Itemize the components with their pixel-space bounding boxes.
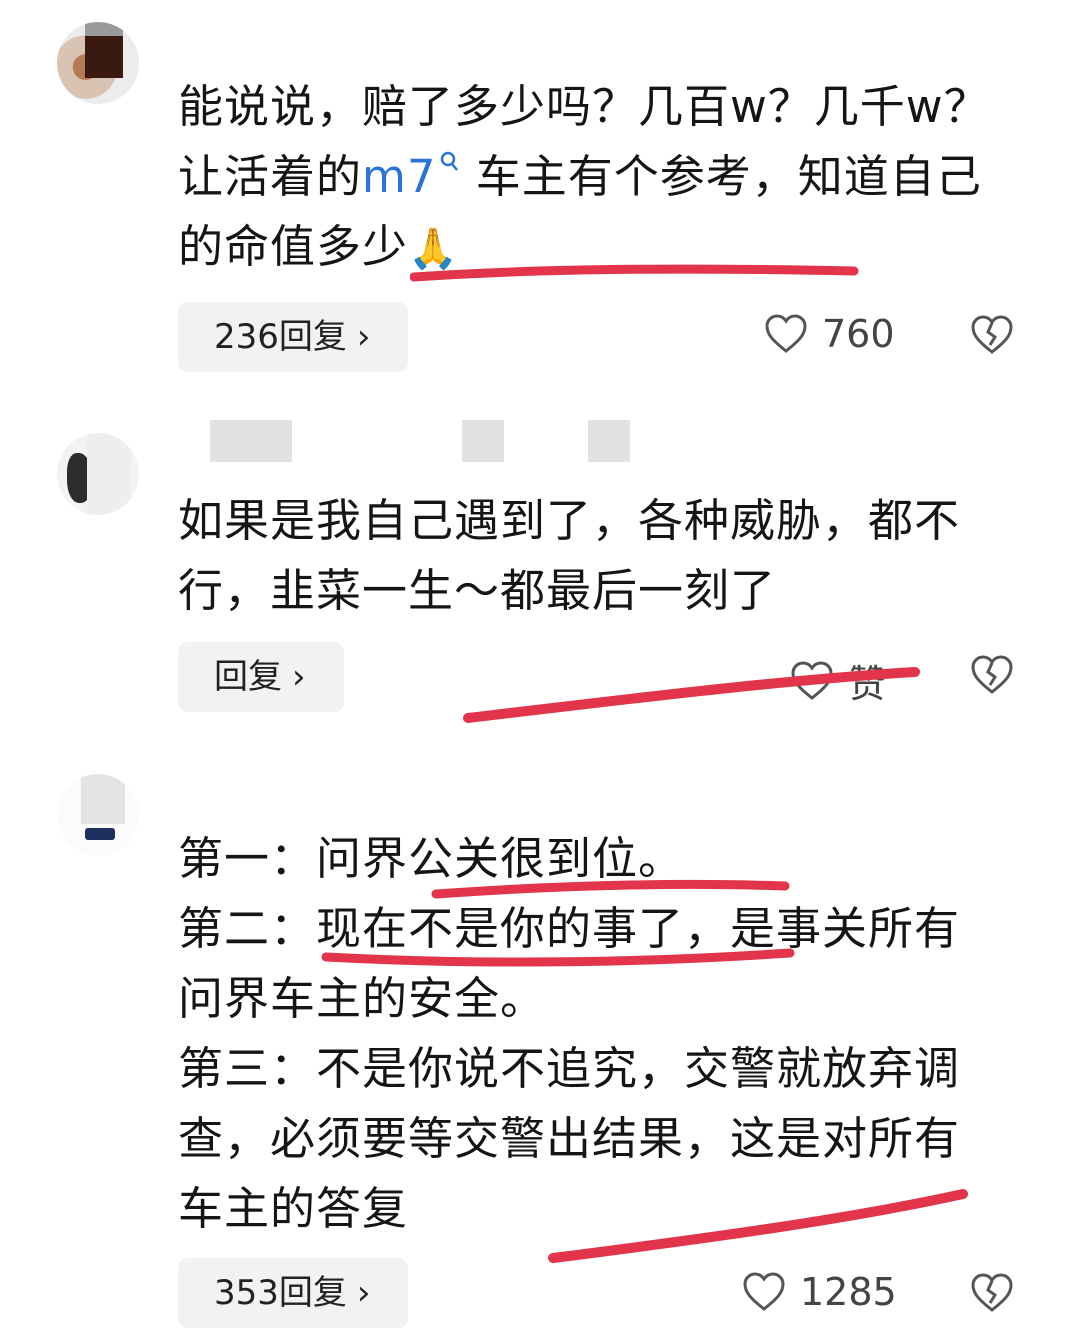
comment-line: 第一：问界公关很到位。	[178, 832, 685, 885]
comment-text: 如果是我自己遇到了，各种威胁，都不行，韭菜一生～都最后一刻了	[178, 494, 961, 617]
comment-3: 第一：问界公关很到位。 第二：现在不是你的事了，是事关所有 问界车主的安全。 第…	[0, 760, 1073, 1328]
comment-line: 车主的答复	[178, 1182, 409, 1235]
reply-button[interactable]: 回复 ›	[178, 642, 344, 712]
username-redacted	[210, 420, 292, 462]
comment-1: 能说说，赔了多少吗？几百w？几千w？让活着的m7 车主有个参考，知道自己的命值多…	[0, 0, 1073, 390]
comment-text: 第一：问界公关很到位。 第二：现在不是你的事了，是事关所有 问界车主的安全。 第…	[178, 824, 1018, 1244]
comment-line: 查，必须要等交警出结果，这是对所有	[178, 1112, 961, 1165]
reply-label: 回复	[214, 657, 282, 697]
broken-heart-icon[interactable]	[970, 315, 1014, 355]
reply-button[interactable]: 236回复 ›	[178, 302, 408, 372]
avatar[interactable]	[57, 433, 139, 515]
like-button[interactable]: 760	[764, 312, 895, 356]
heart-outline-icon	[791, 660, 833, 700]
comment-line: 第二：现在不是你的事了，是事关所有	[178, 902, 961, 955]
heart-outline-icon	[743, 1272, 785, 1311]
reply-label: 353回复	[214, 1273, 347, 1313]
pray-emoji: 🙏	[408, 226, 459, 272]
chevron-right-icon: ›	[356, 1273, 371, 1313]
comment-line: 问界车主的安全。	[178, 972, 547, 1025]
username-redacted	[588, 420, 630, 462]
vehicle-link[interactable]: m7	[362, 150, 460, 203]
like-count: 760	[822, 312, 895, 356]
broken-heart-icon[interactable]	[970, 1273, 1014, 1313]
like-count: 1285	[800, 1270, 897, 1314]
like-label: 赞	[848, 662, 887, 706]
heart-outline-icon	[765, 314, 807, 353]
comment-2: 如果是我自己遇到了，各种威胁，都不行，韭菜一生～都最后一刻了 回复 › 赞	[0, 410, 1073, 750]
like-button[interactable]: 1285	[742, 1270, 897, 1314]
like-button[interactable]: 赞	[790, 653, 886, 708]
reply-label: 236回复	[214, 317, 347, 357]
comment-text: 能说说，赔了多少吗？几百w？几千w？让活着的m7 车主有个参考，知道自己的命值多…	[178, 72, 1018, 284]
chevron-right-icon: ›	[356, 317, 371, 357]
comment-line: 第三：不是你说不追究，交警就放弃调	[178, 1042, 961, 1095]
username-redacted	[462, 420, 504, 462]
broken-heart-icon[interactable]	[970, 655, 1014, 695]
avatar[interactable]	[57, 774, 139, 856]
reply-button[interactable]: 353回复 ›	[178, 1258, 408, 1328]
chevron-right-icon: ›	[292, 657, 306, 697]
search-icon	[441, 151, 459, 171]
avatar[interactable]	[57, 22, 139, 104]
